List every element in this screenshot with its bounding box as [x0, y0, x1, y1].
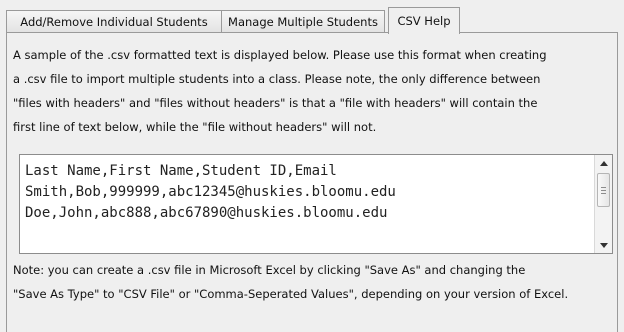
tab-manage-multiple-students[interactable]: Manage Multiple Students — [221, 10, 385, 32]
csv-sample-content: Last Name,First Name,Student ID,Email Sm… — [25, 161, 396, 224]
intro-line: "files with headers" and "files without … — [13, 96, 538, 110]
note-line: Note: you can create a .csv file in Micr… — [13, 263, 526, 277]
down-arrow-icon — [599, 242, 608, 248]
scroll-up-button[interactable] — [595, 155, 612, 171]
excel-note-text: Note: you can create a .csv file in Micr… — [13, 258, 613, 306]
intro-line: A sample of the .csv formatted text is d… — [13, 48, 547, 62]
tab-add-remove-individual-students[interactable]: Add/Remove Individual Students — [6, 10, 222, 32]
csv-sample-line: Last Name,First Name,Student ID,Email — [25, 163, 337, 179]
csv-sample-textarea[interactable]: Last Name,First Name,Student ID,Email Sm… — [19, 154, 613, 254]
vertical-scrollbar[interactable] — [594, 155, 612, 253]
intro-text: A sample of the .csv formatted text is d… — [13, 43, 613, 139]
scroll-down-button[interactable] — [595, 237, 612, 253]
csv-sample-line: Smith,Bob,999999,abc12345@huskies.bloomu… — [25, 184, 396, 200]
csv-sample-line: Doe,John,abc888,abc67890@huskies.bloomu.… — [25, 205, 388, 221]
intro-line: a .csv file to import multiple students … — [13, 72, 541, 86]
scroll-thumb[interactable] — [597, 173, 610, 207]
up-arrow-icon — [599, 160, 608, 166]
tab-csv-help[interactable]: CSV Help — [388, 7, 460, 34]
intro-line: first line of text below, while the "fil… — [13, 120, 377, 134]
tab-bar: Add/Remove Individual Students Manage Mu… — [0, 7, 624, 34]
note-line: "Save As Type" to "CSV File" or "Comma-S… — [13, 287, 569, 301]
